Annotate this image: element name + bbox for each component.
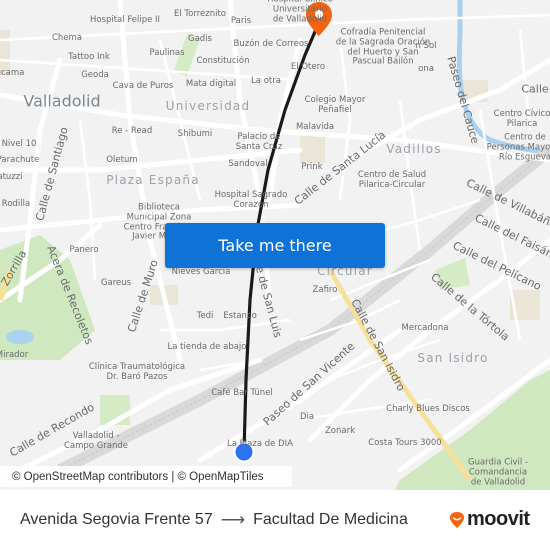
destination-name: Facultad De Medicina	[253, 511, 408, 528]
poi-label: Nivel 10	[1, 139, 37, 150]
poi-label: Guardia Civil - Comandancia de Valladoli…	[467, 457, 529, 487]
poi-label: Estanco	[223, 311, 257, 322]
origin-name: Avenida Segovia Frente 57	[20, 511, 213, 528]
poi-label: Cava de Puros	[112, 81, 174, 92]
poi-label: Mata digital	[185, 79, 237, 90]
poi-label: Dia	[299, 412, 315, 423]
poi-label: Zafiro	[312, 285, 338, 296]
district-label: Plaza España	[106, 173, 200, 187]
district-label: Vadillos	[386, 142, 442, 156]
poi-label: Geoda	[81, 70, 109, 81]
poi-label: Centro Cívico Pilarica	[493, 109, 550, 129]
poi-label: Tattoo Ink	[68, 52, 110, 63]
moovit-logo-text: moovit	[467, 508, 530, 530]
city-label: Valladolid	[23, 91, 101, 111]
map-attribution: © OpenStreetMap contributors | © OpenMap…	[0, 466, 292, 487]
poi-label: Gadis	[188, 34, 212, 45]
poi-label: Sandoval	[228, 159, 268, 170]
poi-label: Charly Blues Discos	[386, 404, 470, 415]
street-label: Calle	[521, 82, 549, 96]
poi-label: Gareus	[100, 278, 132, 289]
poi-label: ona	[418, 64, 434, 75]
poi-label: La tienda de abajo	[167, 342, 247, 353]
poi-label: Hospital Sagrado Corazón	[214, 190, 288, 210]
poi-label: Centro de Salud Pilarica-Circular	[357, 170, 427, 190]
route-summary: Avenida Segovia Frente 57 ⟶ Facultad De …	[20, 510, 408, 530]
poi-label: Palacio de Santa Cruz	[235, 132, 283, 152]
footer: Avenida Segovia Frente 57 ⟶ Facultad De …	[0, 490, 550, 550]
poi-label: Centro de Personas Mayores Río Esgueva	[486, 132, 550, 162]
attribution-text: © OpenStreetMap contributors | © OpenMap…	[12, 470, 264, 483]
poi-label: El Otero	[290, 62, 326, 73]
poi-label: Hospital Clínico Universitario de Vallad…	[267, 0, 333, 24]
poi-label: Costa Tours 3000	[368, 438, 442, 449]
poi-label: n Sol	[415, 41, 437, 52]
poi-label: Prink	[301, 162, 323, 173]
poi-label: Panero	[69, 245, 99, 256]
moovit-pin-icon	[450, 511, 464, 528]
poi-label: La otra	[251, 76, 281, 87]
poi-label: Hospital Felipe II	[89, 15, 161, 26]
poi-label: Mirador	[0, 350, 29, 361]
poi-label: Rodilla	[1, 199, 31, 210]
poi-label: Malavida	[295, 122, 335, 133]
poi-label: El Torreznito	[173, 9, 227, 20]
pond	[6, 330, 34, 344]
poi-label: Constitución	[196, 56, 250, 67]
poi-label: Buzón de Correos	[233, 39, 309, 50]
district-label: San Isidro	[417, 351, 489, 365]
poi-label: Nieves García	[171, 267, 231, 278]
poi-label: Clínica Traumatológica Dr. Baró Pazos	[88, 362, 186, 382]
poi-label: ucama	[0, 68, 25, 79]
poi-label: Zonark	[324, 426, 356, 437]
poi-label: Oletum	[106, 155, 138, 166]
poi-label: Shibumi	[177, 129, 213, 140]
take-me-there-button[interactable]: Take me there	[165, 223, 385, 268]
poi-label: Parachute	[0, 155, 40, 166]
poi-label: Paulinas	[149, 48, 185, 59]
poi-label: atuzzi	[0, 172, 23, 183]
poi-label: Valladolid - Campo Grande	[63, 431, 129, 451]
poi-label: Chema	[51, 33, 83, 44]
poi-label: Café Bar Túnel	[211, 388, 273, 399]
poi-label: Tedi	[196, 311, 214, 322]
take-me-there-label: Take me there	[218, 236, 332, 255]
poi-label: Colegio Mayor Peñafiel	[304, 95, 366, 115]
poi-label: Re - Read	[111, 126, 153, 137]
district-label: Universidad	[165, 99, 251, 113]
arrow-right-icon: ⟶	[220, 510, 246, 529]
poi-label: Paris	[230, 16, 252, 27]
poi-label: Mercadona	[401, 323, 449, 334]
moovit-logo[interactable]: moovit	[449, 508, 530, 531]
poi-label: La Plaza de DIA	[227, 439, 293, 450]
map[interactable]: Hospital Felipe II El Torreznito Paris Chem…	[0, 0, 550, 490]
block-tan-2	[300, 135, 325, 163]
